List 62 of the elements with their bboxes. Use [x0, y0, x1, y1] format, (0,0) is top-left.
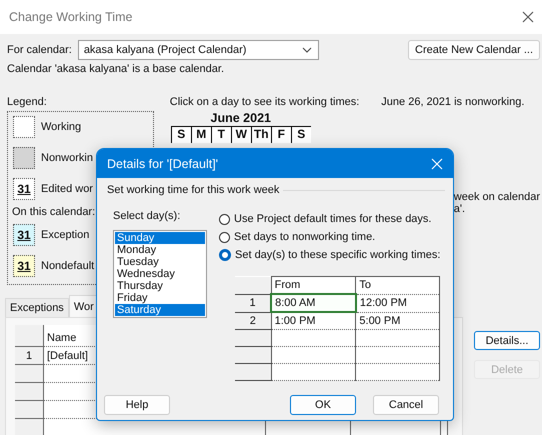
row-number: 1 — [235, 294, 272, 312]
day-item[interactable]: Friday — [115, 292, 205, 304]
legend-title: Legend: — [7, 96, 48, 108]
radio-label: Set day(s) to these specific working times: — [235, 249, 440, 261]
date-status: June 26, 2021 is nonworking. — [381, 96, 524, 108]
radio-button[interactable] — [219, 214, 230, 224]
weekday-header: F — [270, 127, 291, 143]
weekday-header: T — [210, 127, 231, 143]
day-item[interactable]: Wednesday — [115, 268, 205, 280]
create-calendar-button[interactable]: Create New Calendar ... — [408, 40, 540, 60]
day-item[interactable]: Thursday — [115, 280, 205, 292]
group-title: Set working time for this work week — [107, 184, 280, 196]
tab[interactable]: Exceptions — [5, 298, 69, 317]
calendar-info-text: a'. — [454, 203, 466, 215]
weekday-header: M — [190, 127, 211, 143]
month-title: June 2021 — [210, 111, 271, 125]
legend-label: Edited wor — [41, 183, 93, 195]
weekday-header: S — [170, 127, 191, 143]
weekday-header: Th — [250, 127, 271, 143]
column-header: To — [356, 276, 440, 294]
legend-swatch — [13, 116, 35, 138]
weekday-header: S — [290, 127, 311, 143]
radio-button[interactable] — [219, 249, 231, 261]
calendar-label: For calendar: — [7, 44, 72, 56]
row-number: 1 — [15, 346, 44, 364]
legend-swatch: 31 — [13, 178, 35, 200]
day-item[interactable]: Monday — [115, 244, 205, 256]
calendar-note: Calendar 'akasa kalyana' is a base calendar. — [7, 63, 226, 75]
calendar-dropdown[interactable]: akasa kalyana (Project Calendar) — [78, 40, 319, 60]
time-cell[interactable]: 1:00 PM — [271, 312, 356, 330]
days-label: Select day(s): — [113, 210, 182, 222]
legend-label: Nondefault — [41, 260, 94, 272]
time-cell[interactable]: 5:00 PM — [356, 312, 440, 330]
calendar-instruction: Click on a day to see its working times: — [170, 96, 360, 108]
time-cell[interactable]: 12:00 PM — [356, 294, 440, 312]
window-title: Change Working Time — [9, 10, 132, 24]
legend-swatch: 31 — [13, 224, 35, 246]
radio-label: Set days to nonworking time. — [234, 231, 376, 243]
row-number: 2 — [235, 312, 272, 330]
days-listbox[interactable]: Sunday Monday Tuesday Wednesday Thursday Friday Saturday — [113, 230, 207, 318]
time-cell[interactable]: 8:00 AM — [271, 294, 356, 312]
action-button[interactable]: Details... — [474, 331, 540, 350]
dialog-button[interactable]: Cancel — [373, 395, 439, 415]
legend-swatch: 31 — [13, 255, 35, 277]
tab[interactable]: Wor — [68, 295, 99, 317]
calendar-info-text: week on calendar — [454, 191, 540, 203]
legend-swatch — [13, 147, 35, 169]
legend-label: Nonworkin — [41, 152, 93, 164]
legend-label: Exception — [41, 229, 90, 241]
day-item[interactable]: Sunday — [115, 232, 205, 244]
radio-label: Use Project default times for these days. — [234, 213, 432, 225]
close-icon[interactable] — [522, 11, 534, 23]
chevron-icon — [302, 47, 312, 53]
day-item[interactable]: Tuesday — [115, 256, 205, 268]
radio-button[interactable] — [219, 232, 230, 242]
dialog-button[interactable]: OK — [290, 395, 356, 415]
legend-heading: On this calendar: — [12, 206, 96, 218]
dialog-title: Details for '[Default]' — [107, 156, 218, 170]
legend-label: Working — [41, 121, 82, 133]
day-item[interactable]: Saturday — [115, 304, 205, 316]
dialog-button[interactable]: Help — [104, 395, 170, 415]
weekday-header: W — [230, 127, 251, 143]
